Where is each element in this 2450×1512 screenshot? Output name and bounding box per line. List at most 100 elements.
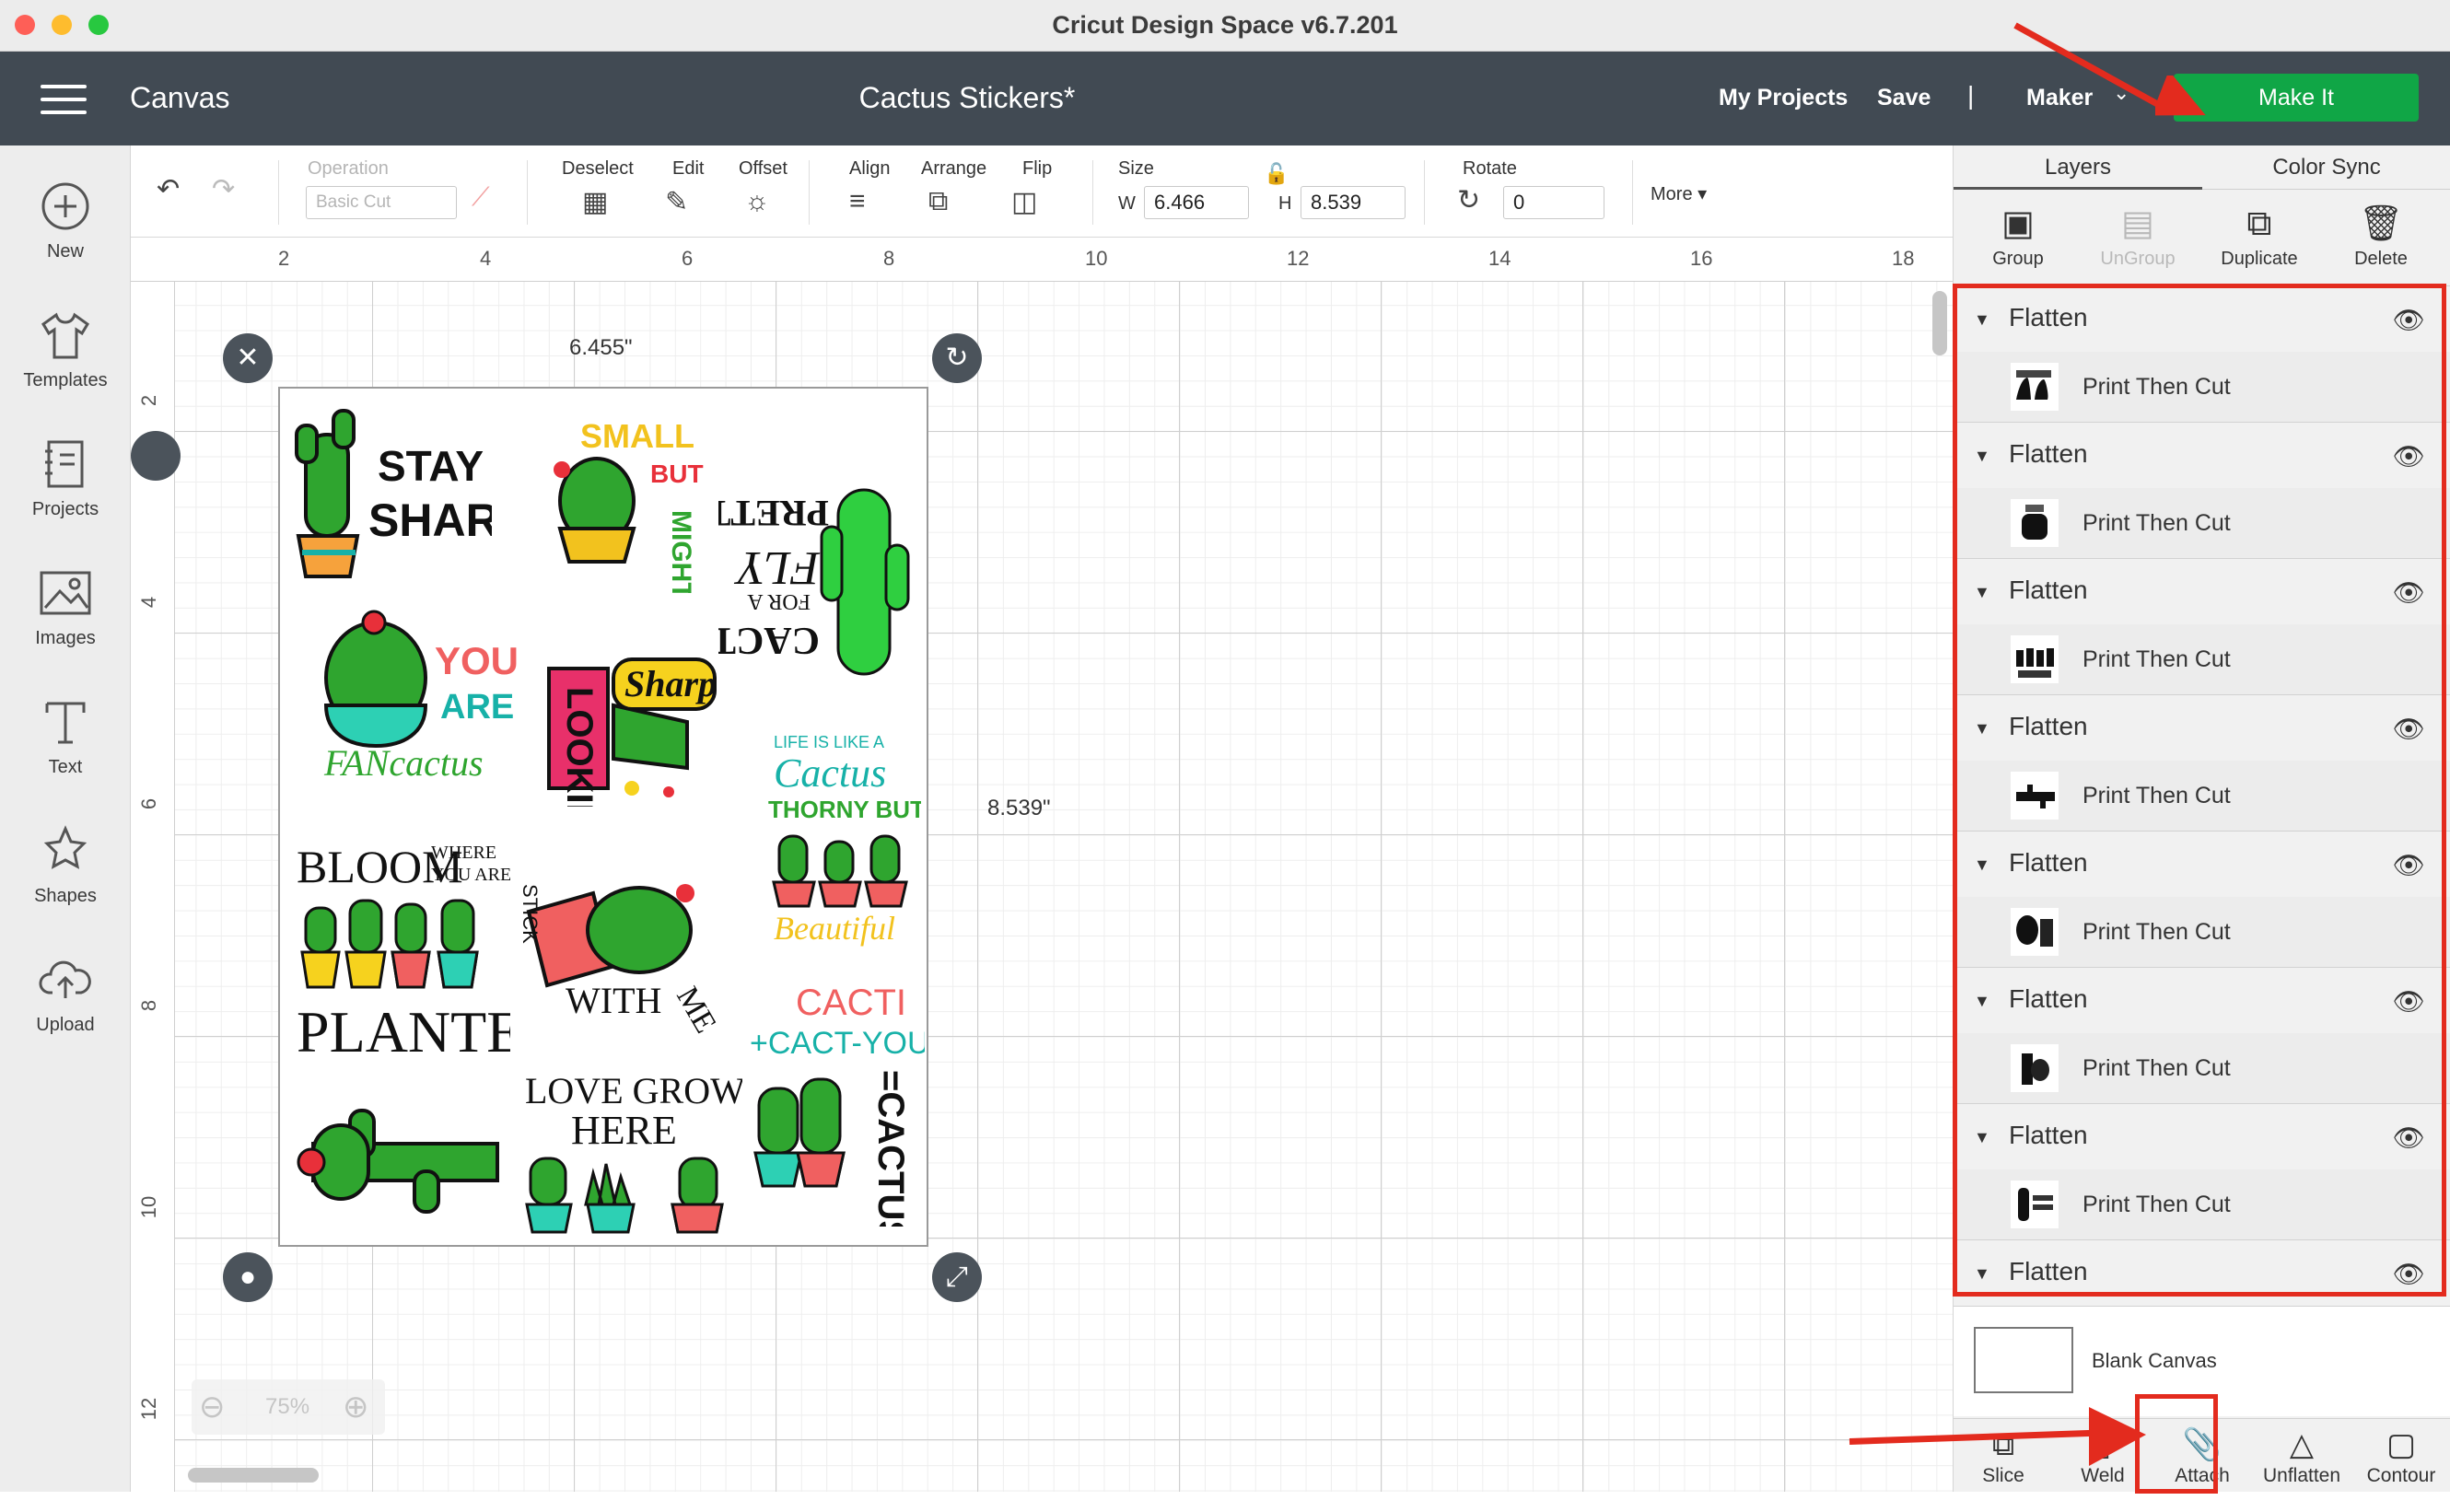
lock-icon[interactable]: 🔓 xyxy=(1264,162,1289,186)
duplicate-button[interactable]: ⧉ Duplicate xyxy=(2204,199,2315,270)
tab-layers[interactable]: Layers xyxy=(1954,145,2202,190)
sidebar-item-text[interactable]: Text xyxy=(0,694,131,778)
sticker-text: YOU xyxy=(435,639,519,682)
rotate-input[interactable]: 0 xyxy=(1503,186,1604,219)
sticker-life-cactus[interactable]: LIFE IS LIKE A Cactus THORNY BUT Beautif… xyxy=(764,726,921,947)
sticker-bloom-planted[interactable]: BLOOM WHERE YOU ARE PLANTED xyxy=(293,831,510,1070)
ruler-tick-label: 4 xyxy=(480,247,492,270)
group-button[interactable]: ▣ Group xyxy=(1963,199,2073,270)
selection-box[interactable]: STAY SHARP SMALL BUT MIGHTY CACTI FOR A xyxy=(278,387,928,1247)
edit-toolbar: ↶ ↷ Operation Basic Cut ⟋ Deselect ▦ Edi… xyxy=(131,145,1953,238)
sticker-lookin-sharp[interactable]: LOOKIN Sharp xyxy=(531,650,724,807)
ruler-tick-label: 18 xyxy=(1892,247,1915,270)
sticker-text: BUT xyxy=(650,459,704,488)
delete-handle[interactable] xyxy=(131,431,181,481)
deselect-icon[interactable]: ▦ xyxy=(582,186,608,218)
linetype-swatch-icon[interactable]: ⟋ xyxy=(472,182,490,213)
window-title: Cricut Design Space v6.7.201 xyxy=(1052,11,1398,39)
sticker-text: FANcactus xyxy=(323,742,484,784)
sidebar-item-templates[interactable]: Templates xyxy=(0,308,131,391)
offset-icon[interactable]: ☼ xyxy=(744,186,770,217)
design-canvas[interactable]: 2 4 6 8 10 12 14 16 18 2 4 6 8 10 12 6.4… xyxy=(131,238,1953,1492)
weld-label: Weld xyxy=(2081,1465,2125,1486)
sidebar-item-projects[interactable]: Projects xyxy=(0,436,131,520)
ruler-tick-label: 16 xyxy=(1690,247,1713,270)
sidebar-item-label: Text xyxy=(48,757,83,777)
vertical-scrollbar[interactable] xyxy=(1932,291,1947,355)
height-input[interactable]: 8.539 xyxy=(1301,186,1406,219)
edit-icon[interactable]: ✎ xyxy=(665,186,688,218)
ruler-tick-label: 14 xyxy=(1488,247,1511,270)
horizontal-scrollbar[interactable] xyxy=(188,1468,319,1483)
resize-handle-icon[interactable]: ⤢ xyxy=(932,1252,982,1302)
lock-handle-icon[interactable]: ● xyxy=(223,1252,273,1302)
more-menu[interactable]: More ▾ xyxy=(1651,182,1707,205)
my-projects-link[interactable]: My Projects xyxy=(1719,85,1848,111)
save-button[interactable]: Save xyxy=(1877,85,1931,111)
undo-icon[interactable]: ↶ xyxy=(157,173,180,205)
zoom-level: 75% xyxy=(265,1394,310,1419)
offset-label: Offset xyxy=(739,158,788,179)
app-window: Cricut Design Space v6.7.201 Canvas Cact… xyxy=(0,0,2450,1512)
tab-color-sync[interactable]: Color Sync xyxy=(2202,145,2450,190)
slice-icon: ⧉ xyxy=(1991,1427,2015,1462)
flip-label: Flip xyxy=(1022,158,1053,179)
header-separator: | xyxy=(1967,81,1975,110)
ungroup-button[interactable]: ▤ UnGroup xyxy=(2082,199,2193,270)
flip-icon[interactable]: ◫ xyxy=(1011,186,1037,218)
operation-select[interactable]: Basic Cut xyxy=(306,186,457,219)
sticker-small-but-mighty[interactable]: SMALL BUT MIGHTY xyxy=(534,409,718,593)
close-icon[interactable]: ✕ xyxy=(223,333,273,383)
sticker-text: FLY xyxy=(733,541,821,594)
unflatten-button[interactable]: △ Unflatten xyxy=(2252,1425,2351,1487)
sticker-text: YOU ARE xyxy=(431,865,510,885)
sticker-pretty-fly[interactable]: CACTI FOR A FLY PRETTY xyxy=(718,471,923,683)
operation-label: Operation xyxy=(308,158,389,179)
slice-label: Slice xyxy=(1982,1465,2024,1486)
contour-button[interactable]: ▢ Contour xyxy=(2351,1425,2450,1487)
arrange-icon[interactable]: ⧉ xyxy=(928,186,948,217)
sticker-text: ME xyxy=(670,982,723,1040)
height-label: H xyxy=(1278,193,1292,214)
align-icon[interactable]: ≡ xyxy=(849,186,866,217)
ruler-tick-label: 8 xyxy=(883,247,895,270)
ruler-tick-label: 2 xyxy=(278,247,290,270)
delete-button[interactable]: 🗑 Delete xyxy=(2326,199,2436,270)
sticker-love-grows-here[interactable]: LOVE GROWS HERE xyxy=(521,1070,742,1245)
sticker-text: STICK xyxy=(519,884,542,944)
zoom-out-icon[interactable]: ⊖ xyxy=(199,1389,226,1425)
sticker-fancactus[interactable]: YOU ARE FANcactus xyxy=(321,604,523,788)
sticker-text: =CACTUS xyxy=(870,1070,911,1227)
sidebar-item-label: Images xyxy=(35,628,96,648)
sticker-stick-with-me[interactable]: STICK WITH ME xyxy=(510,856,731,1041)
size-label: Size xyxy=(1118,158,1154,179)
sidebar-item-new[interactable]: New xyxy=(0,179,131,262)
width-input[interactable]: 6.466 xyxy=(1144,186,1249,219)
sidebar-item-shapes[interactable]: Shapes xyxy=(0,823,131,907)
selection-height-readout: 8.539" xyxy=(987,796,1051,820)
sidebar-item-upload[interactable]: Upload xyxy=(0,952,131,1036)
blank-canvas-swatch[interactable] xyxy=(1974,1327,2073,1393)
project-title[interactable]: Cactus Stickers* xyxy=(0,81,1934,115)
sticker-text: LOOKIN xyxy=(559,687,600,807)
sticker-text: WHERE xyxy=(431,843,496,863)
arrange-label: Arrange xyxy=(921,158,987,179)
rotate-handle-icon[interactable]: ↻ xyxy=(932,333,982,383)
sticker-cacti-math[interactable]: CACTI +CACT-YOU =CACTUS xyxy=(741,978,925,1227)
rotate-icon: ↻ xyxy=(1457,185,1481,215)
sticker-stay-sharp[interactable]: STAY SHARP xyxy=(289,398,492,591)
sticker-text: PRETTY xyxy=(718,493,829,534)
sticker-text: THORNY BUT xyxy=(768,796,921,823)
ruler-tick-label: 6 xyxy=(682,247,694,270)
sticker-lying-cactus[interactable] xyxy=(286,1098,507,1217)
sticker-text: CACTI xyxy=(718,619,820,661)
edit-label: Edit xyxy=(672,158,705,179)
redo-icon[interactable]: ↷ xyxy=(212,173,235,205)
machine-select[interactable]: Maker xyxy=(2026,85,2093,111)
ungroup-icon: ▤ xyxy=(2121,204,2154,243)
sidebar-item-images[interactable]: Images xyxy=(0,565,131,649)
sticker-text: Cactus xyxy=(774,750,886,796)
annotation-arrow-head-icon xyxy=(2089,1407,2146,1466)
zoom-in-icon[interactable]: ⊕ xyxy=(343,1389,369,1425)
ruler-tick-label: 12 xyxy=(1287,247,1310,270)
